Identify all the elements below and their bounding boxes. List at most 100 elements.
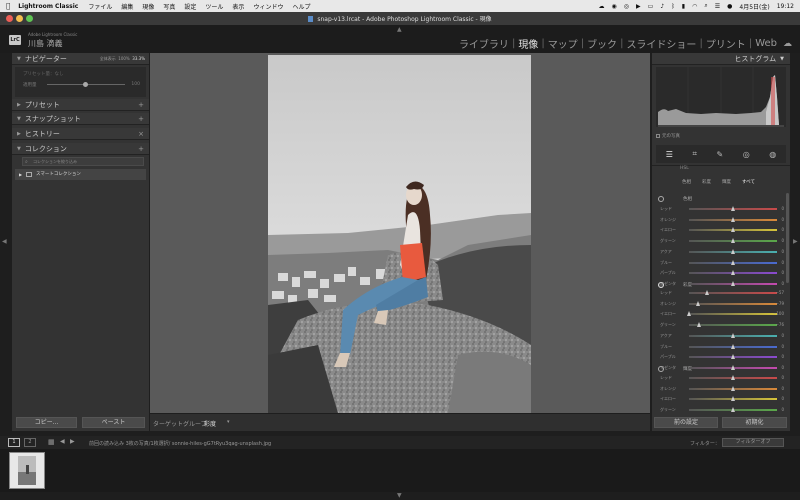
nav-zoom-current[interactable]: 33.3%: [132, 56, 145, 61]
original-photo-checkbox[interactable]: 元の写真: [656, 133, 680, 139]
module-map[interactable]: マップ: [548, 36, 578, 51]
saturation-slider-0[interactable]: レッド −57: [652, 289, 790, 297]
slider-knob[interactable]: [730, 206, 735, 211]
saturation-slider-5[interactable]: ブルー 0: [652, 343, 790, 351]
redeye-icon[interactable]: ◎: [743, 150, 750, 159]
wifi-icon[interactable]: ◠: [692, 3, 697, 10]
page-2-button[interactable]: 2: [24, 438, 36, 447]
hsl-tab[interactable]: HSL: [680, 166, 689, 171]
saturation-slider-3[interactable]: グリーン −76: [652, 321, 790, 329]
slider-value[interactable]: 0: [781, 375, 784, 380]
collections-header[interactable]: ▼ コレクション +: [12, 143, 149, 155]
module-print[interactable]: プリント: [706, 36, 746, 51]
menu-view[interactable]: 表示: [232, 2, 244, 11]
slider-value[interactable]: 0: [781, 238, 784, 243]
hue-slider-3[interactable]: グリーン 0: [652, 237, 790, 245]
slider-value[interactable]: −100: [773, 311, 784, 316]
slider-value[interactable]: 0: [781, 365, 784, 370]
slider-knob[interactable]: [730, 238, 735, 244]
target-group-value[interactable]: 彩度: [204, 419, 216, 428]
hue-slider-2[interactable]: イエロー 0: [652, 226, 790, 234]
top-panel-toggle-icon[interactable]: ▲: [397, 26, 402, 33]
saturation-slider-1[interactable]: オレンジ −79: [652, 300, 790, 308]
slider-value[interactable]: −79: [776, 301, 784, 306]
menu-file[interactable]: ファイル: [88, 2, 112, 11]
crop-icon[interactable]: ⌗: [692, 149, 697, 159]
slider-knob[interactable]: [730, 332, 735, 338]
filmstrip-source-info[interactable]: 前回の読み込み 3枚の写真/1枚選択/ sonnie-hiles-gG7tRyu…: [89, 440, 271, 447]
slider-value[interactable]: 0: [781, 227, 784, 232]
hue-slider-6[interactable]: パープル 0: [652, 269, 790, 277]
copy-button[interactable]: コピー...: [16, 417, 77, 428]
module-develop[interactable]: 現像: [518, 36, 538, 51]
paste-button[interactable]: ペースト: [82, 417, 145, 428]
slider-knob[interactable]: [730, 227, 735, 233]
luminance-slider-3[interactable]: グリーン 0: [652, 406, 790, 414]
hue-slider-5[interactable]: ブルー 0: [652, 259, 790, 267]
module-slideshow[interactable]: スライドショー: [626, 36, 696, 51]
bottom-panel-toggle-icon[interactable]: ▼: [397, 492, 402, 499]
slider-knob[interactable]: [705, 290, 710, 295]
filter-select[interactable]: フィルターオフ: [722, 438, 784, 447]
luminance-slider-0[interactable]: レッド 0: [652, 374, 790, 382]
histogram-chart[interactable]: [656, 67, 786, 127]
control-center-icon[interactable]: ☰: [715, 3, 720, 10]
saturation-slider-2[interactable]: イエロー −100: [652, 310, 790, 318]
module-web[interactable]: Web: [755, 38, 777, 49]
slider-knob[interactable]: [730, 216, 735, 222]
slider-knob[interactable]: [697, 322, 702, 328]
edit-sliders-icon[interactable]: ☰: [666, 150, 673, 159]
slider-knob[interactable]: [730, 343, 735, 349]
slider-knob[interactable]: [695, 300, 700, 306]
sync-icon[interactable]: ◉: [612, 3, 617, 10]
saturation-slider-7[interactable]: マゼンタ 0: [652, 364, 790, 372]
main-photo[interactable]: [268, 55, 531, 413]
left-panel-toggle-icon[interactable]: ◀: [2, 238, 7, 245]
zoom-window-button[interactable]: [26, 15, 33, 22]
right-panel-toggle-icon[interactable]: ▶: [793, 238, 798, 245]
add-preset-icon[interactable]: +: [138, 101, 144, 109]
histogram-header[interactable]: ヒストグラム ▼: [652, 53, 790, 65]
slider-knob[interactable]: [730, 248, 735, 254]
hue-slider-7[interactable]: マゼンタ 0: [652, 280, 790, 288]
luminance-slider-1[interactable]: オレンジ 0: [652, 385, 790, 393]
menu-photo[interactable]: 写真: [163, 2, 175, 11]
slider-knob[interactable]: [730, 375, 735, 380]
page-1-button[interactable]: 1: [8, 438, 20, 447]
previous-settings-button[interactable]: 前の設定: [654, 417, 718, 428]
reset-button[interactable]: 初期化: [722, 417, 787, 428]
slider-track[interactable]: [689, 302, 777, 305]
slider-value[interactable]: 0: [781, 281, 784, 286]
healing-icon[interactable]: ✎: [716, 150, 723, 159]
menu-window[interactable]: ウィンドウ: [253, 2, 283, 11]
bluetooth-icon[interactable]: ᛒ: [671, 3, 675, 10]
tab-hue[interactable]: 色相: [682, 179, 691, 185]
slider-value[interactable]: 0: [781, 260, 784, 265]
slider-value[interactable]: −76: [776, 322, 784, 327]
display-icon[interactable]: ▭: [648, 3, 654, 10]
slider-value[interactable]: 0: [781, 354, 784, 359]
tab-luminance[interactable]: 輝度: [722, 179, 731, 185]
slider-value[interactable]: 0: [781, 206, 784, 211]
audio-icon[interactable]: ♪: [660, 3, 664, 10]
saturation-slider-6[interactable]: パープル 0: [652, 353, 790, 361]
slider-knob[interactable]: [730, 354, 735, 360]
filmstrip-thumbnail[interactable]: [9, 452, 45, 489]
amount-slider-knob[interactable]: [83, 82, 88, 87]
play-icon[interactable]: ▶: [636, 3, 641, 10]
clear-history-icon[interactable]: ×: [138, 130, 144, 138]
hue-slider-4[interactable]: アクア 0: [652, 248, 790, 256]
presets-header[interactable]: ▶ プリセット +: [12, 99, 149, 111]
add-collection-icon[interactable]: +: [138, 145, 144, 153]
slider-track[interactable]: [689, 292, 777, 294]
add-snapshot-icon[interactable]: +: [138, 115, 144, 123]
battery-icon[interactable]: ▮: [682, 3, 685, 10]
menubar-date[interactable]: 4月5日(金): [739, 2, 769, 11]
slider-value[interactable]: 0: [781, 270, 784, 275]
apple-icon[interactable]: : [6, 2, 10, 10]
chevron-down-icon[interactable]: ▾: [227, 419, 230, 425]
smart-collection-item[interactable]: ▶ スマートコレクション: [15, 169, 146, 180]
menu-settings[interactable]: 設定: [184, 2, 196, 11]
slider-value[interactable]: 0: [781, 249, 784, 254]
slider-value[interactable]: 0: [781, 217, 784, 222]
